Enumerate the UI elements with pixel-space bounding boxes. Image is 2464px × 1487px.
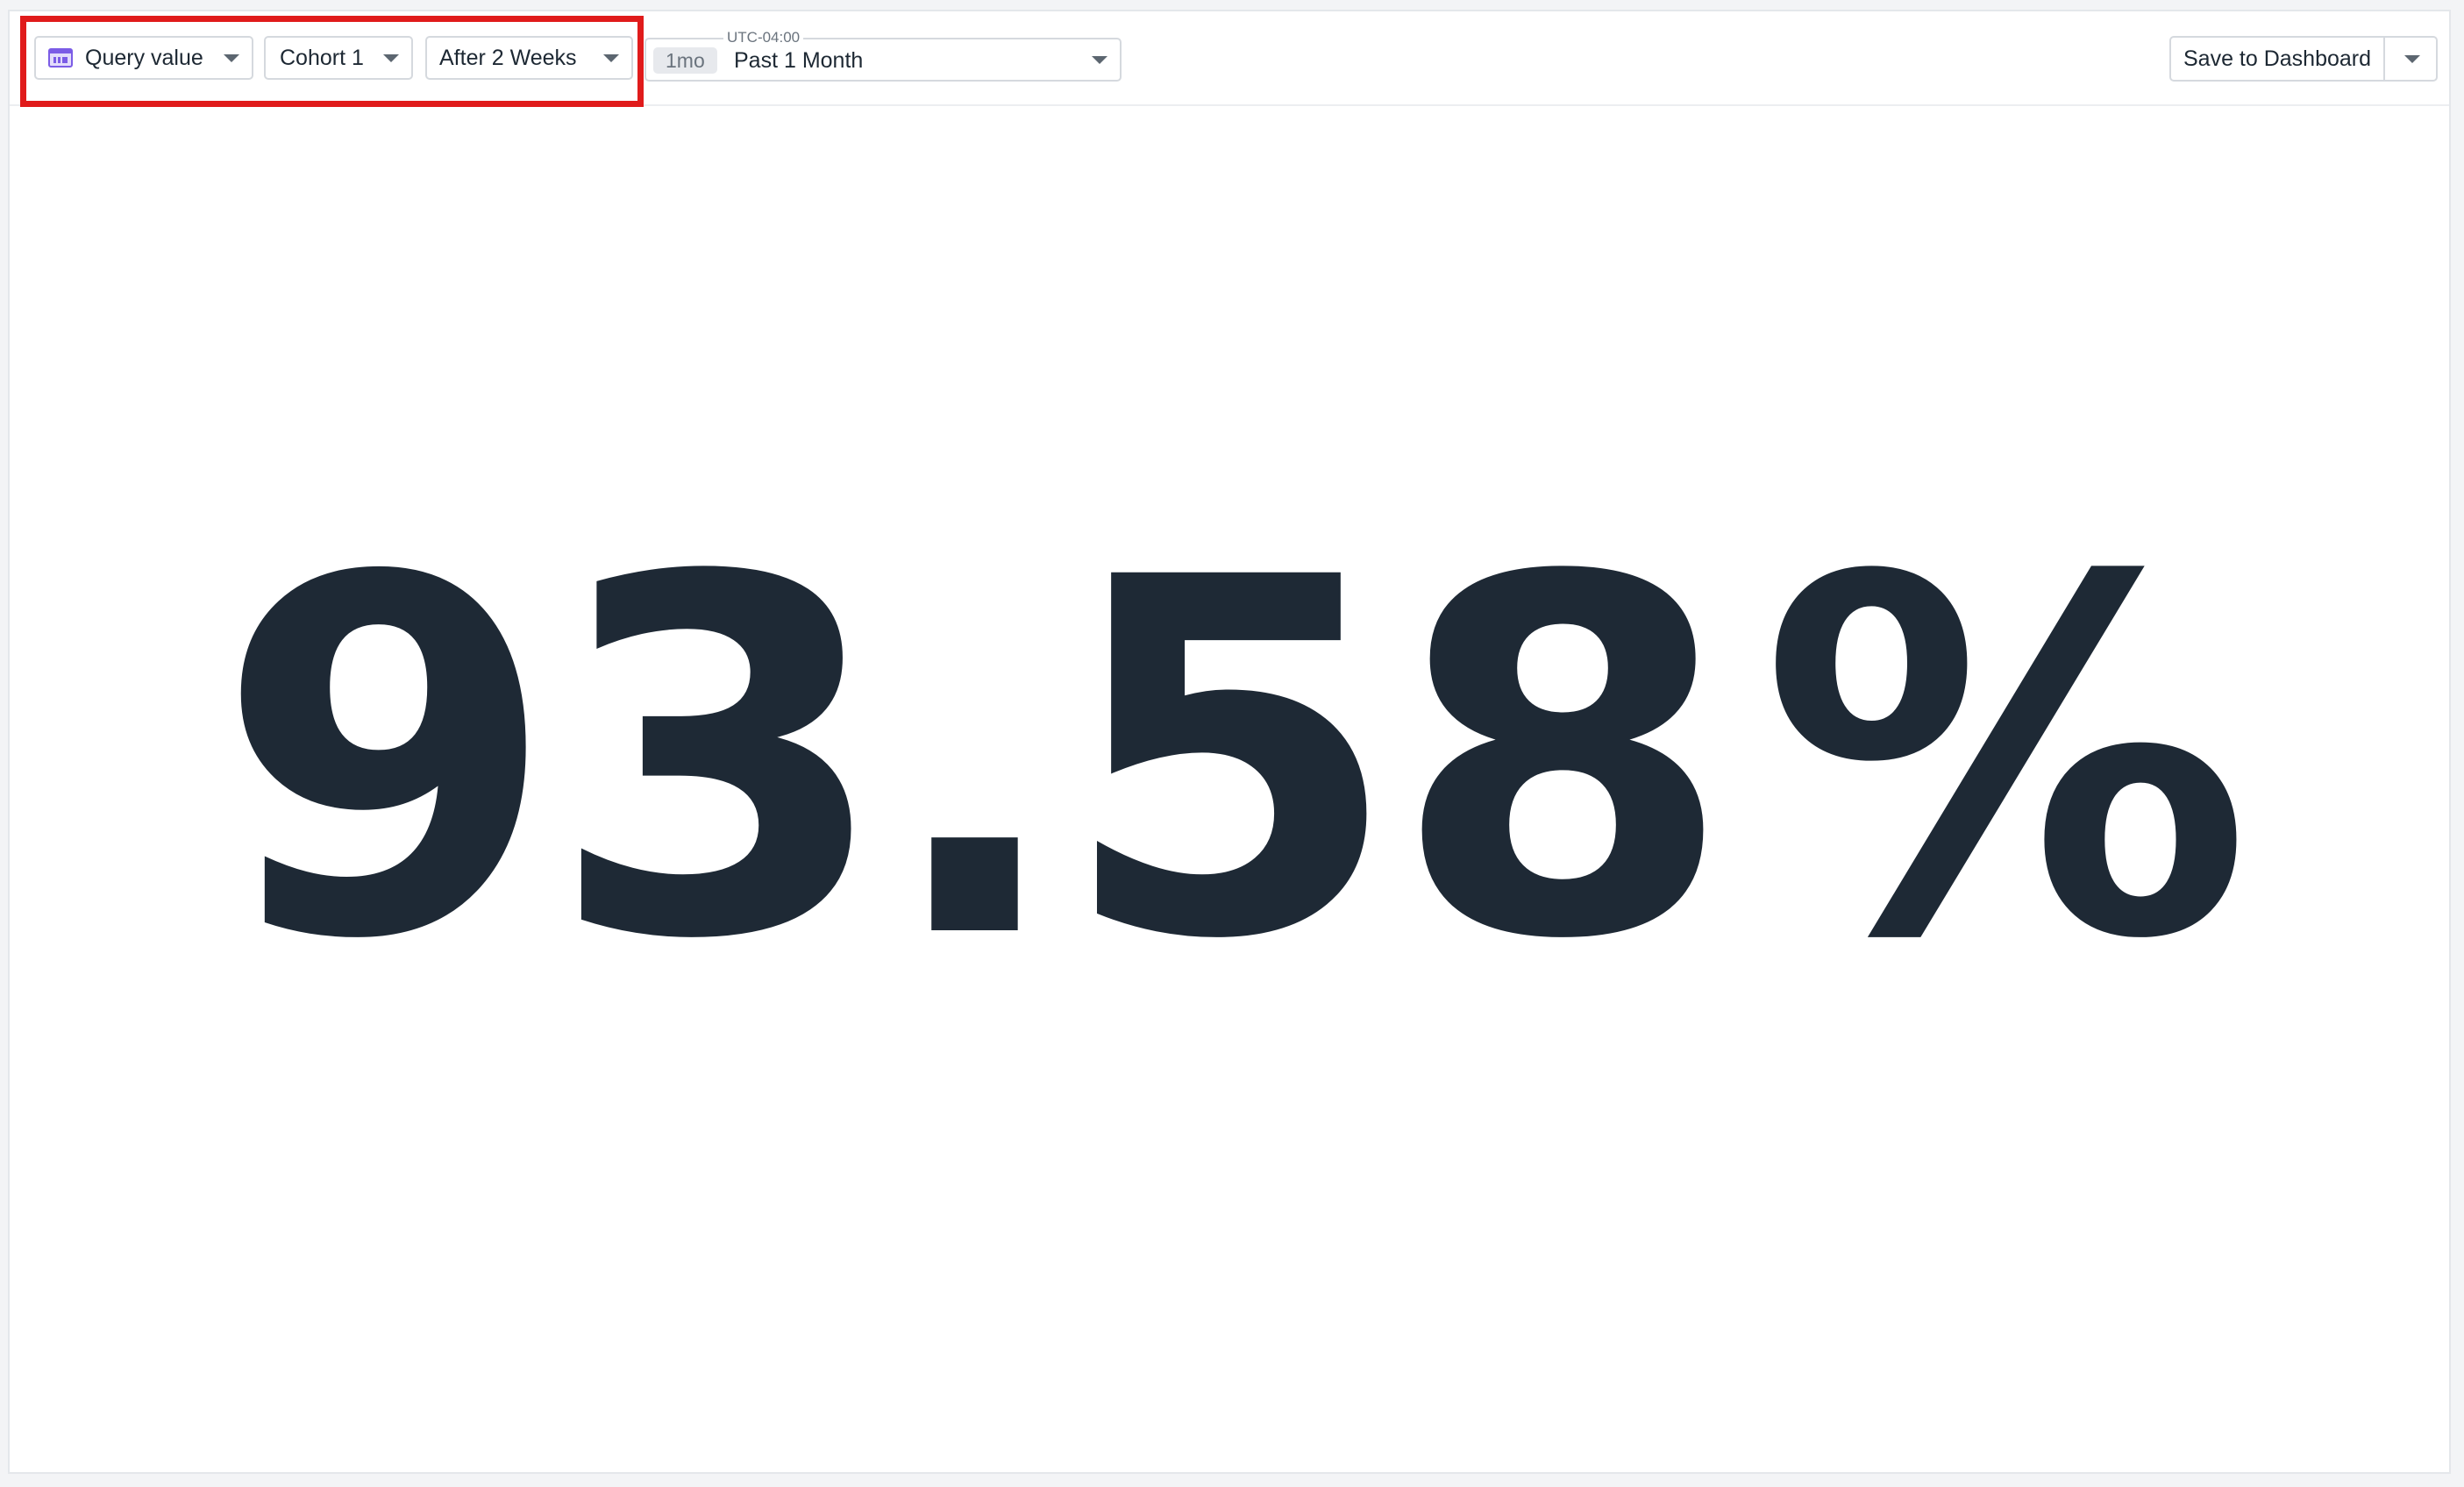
widget-panel: Query value Cohort 1 After 2 Weeks UTC-0…: [8, 10, 2451, 1474]
cohort-label: Cohort 1: [280, 45, 364, 70]
visualization-type-select[interactable]: Query value: [34, 36, 253, 80]
save-options-dropdown-button[interactable]: [2385, 38, 2436, 80]
chevron-down-icon: [603, 54, 619, 62]
retention-period-select[interactable]: After 2 Weeks: [425, 36, 633, 80]
widget-toolbar: Query value Cohort 1 After 2 Weeks UTC-0…: [10, 11, 2449, 107]
chevron-down-icon: [224, 54, 239, 62]
time-range-select[interactable]: UTC-04:00 1mo Past 1 Month: [644, 28, 1122, 82]
chevron-down-icon: [1092, 56, 1107, 64]
chevron-down-icon: [2404, 55, 2420, 63]
query-value-icon: [48, 48, 73, 68]
timezone-label: UTC-04:00: [723, 28, 804, 47]
save-to-dashboard-group: Save to Dashboard: [2169, 36, 2438, 82]
save-to-dashboard-button[interactable]: Save to Dashboard: [2171, 38, 2385, 80]
retention-period-label: After 2 Weeks: [439, 45, 577, 70]
visualization-type-label: Query value: [85, 45, 203, 70]
time-range-label: Past 1 Month: [734, 48, 864, 73]
query-value-display: 93.58%: [10, 516, 2449, 1007]
query-value-number: 93.58: [215, 475, 1734, 1047]
query-value-unit: %: [1760, 475, 2252, 1047]
chevron-down-icon: [383, 54, 399, 62]
time-range-chip: 1mo: [653, 47, 717, 74]
cohort-select[interactable]: Cohort 1: [264, 36, 413, 80]
